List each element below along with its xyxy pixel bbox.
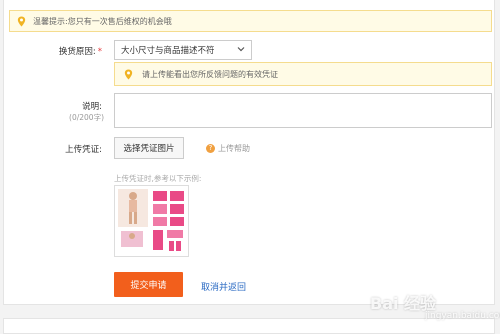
required-mark: * [97,47,102,57]
description-counter: (0/200字) [69,113,104,122]
submit-request-button[interactable]: 提交申请 [114,272,183,297]
notice-text: 温馨提示:您只有一次售后维权的机会哦 [33,16,172,26]
location-pin-icon [124,68,133,80]
baidu-jingyan-watermark: Bai 经验 jingyan.baidu.com [370,294,500,321]
description-textarea[interactable] [114,93,492,128]
proof-label: 上传凭证: [65,145,102,155]
example-clothing-illustration [118,189,184,251]
upload-hint-text: 请上传能看出您所反馈问题的有效凭证 [142,69,278,79]
location-pin-icon [17,15,26,27]
notice-bar: 温馨提示:您只有一次售后维权的机会哦 [9,10,492,32]
question-icon: ? [206,144,215,153]
cancel-and-return-link[interactable]: 取消并返回 [201,280,246,293]
reason-select[interactable]: 大小尺寸与商品描述不符 [114,40,252,60]
upload-help-link[interactable]: ? 上传帮助 [206,143,250,154]
reason-selected-value: 大小尺寸与商品描述不符 [121,46,215,56]
reason-label: 换货原因: * [58,47,102,57]
description-label: 说明: [82,102,102,112]
choose-proof-image-button[interactable]: 选择凭证图片 [114,137,184,159]
return-form-panel: 温馨提示:您只有一次售后维权的机会哦 换货原因: * 大小尺寸与商品描述不符 请上… [3,0,495,305]
chevron-down-icon [237,47,245,52]
example-proof-image [114,185,189,257]
upload-hint-bar: 请上传能看出您所反馈问题的有效凭证 [114,62,492,86]
example-caption: 上传凭证时,参考以下示例: [114,174,202,183]
upload-help-text: 上传帮助 [218,144,250,153]
